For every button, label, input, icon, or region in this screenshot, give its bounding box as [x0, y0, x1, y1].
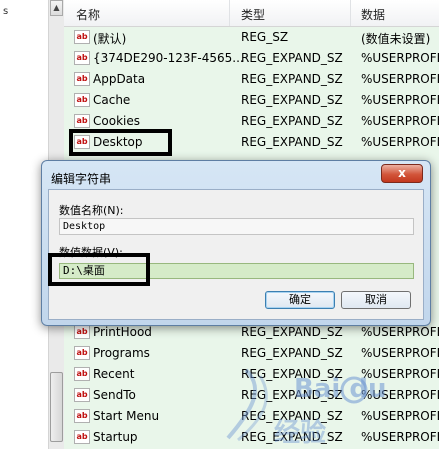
value-type: REG_EXPAND_SZ — [241, 135, 343, 149]
string-value-icon: ab — [74, 430, 90, 444]
string-value-icon: ab — [74, 325, 90, 339]
value-type: REG_EXPAND_SZ — [241, 93, 343, 107]
list-item[interactable]: ab {374DE290-123F-4565... REG_EXPAND_SZ … — [64, 48, 439, 69]
tree-expander-icon[interactable]: s — [3, 6, 8, 17]
value-name: PrintHood — [93, 325, 152, 339]
edit-string-dialog: 编辑字符串 x 数值名称(N): Desktop 数值数据(V): D:\桌面 … — [41, 160, 431, 326]
string-value-icon: ab — [74, 388, 90, 402]
cancel-button[interactable]: 取消 — [341, 291, 411, 309]
value-type: REG_EXPAND_SZ — [241, 367, 343, 381]
dialog-title: 编辑字符串 — [51, 172, 112, 186]
dialog-body: 数值名称(N): Desktop 数值数据(V): D:\桌面 确定 取消 — [48, 189, 424, 320]
value-data-input[interactable]: D:\桌面 — [59, 263, 414, 279]
list-item[interactable]: ab AppData REG_EXPAND_SZ %USERPROFI — [64, 69, 439, 90]
value-name: Startup — [93, 430, 138, 444]
value-type: REG_EXPAND_SZ — [241, 325, 343, 339]
scroll-up-arrow-icon[interactable]: ▲ — [50, 0, 63, 16]
string-value-icon: ab — [74, 135, 90, 149]
string-value-icon: ab — [74, 409, 90, 423]
value-type: REG_EXPAND_SZ — [241, 51, 343, 65]
value-type: REG_EXPAND_SZ — [241, 346, 343, 360]
list-item[interactable]: ab Start Menu REG_EXPAND_SZ %USERPROFI — [64, 406, 439, 427]
value-name: AppData — [93, 72, 146, 86]
value-name: SendTo — [93, 388, 136, 402]
value-name: Programs — [93, 346, 150, 360]
value-name-field: Desktop — [59, 218, 414, 235]
list-item[interactable]: ab (默认) REG_SZ (数值未设置) — [64, 27, 439, 48]
value-type: REG_EXPAND_SZ — [241, 388, 343, 402]
value-name: Start Menu — [93, 409, 160, 423]
scrollbar-thumb[interactable] — [50, 372, 63, 442]
list-item[interactable]: ab Cookies REG_EXPAND_SZ %USERPROFI — [64, 111, 439, 132]
value-data: %USERPROFI — [361, 430, 439, 444]
value-data: %USERPROFI — [361, 367, 439, 381]
string-value-icon: ab — [74, 114, 90, 128]
string-value-icon: ab — [74, 30, 90, 44]
value-data: %USERPROFI — [361, 135, 439, 149]
value-name: Cookies — [93, 114, 140, 128]
value-data: %USERPROFI — [361, 51, 439, 65]
value-data: %USERPROFI — [361, 72, 439, 86]
value-name-label: 数值名称(N): — [59, 204, 124, 217]
value-type: REG_EXPAND_SZ — [241, 430, 343, 444]
value-type: REG_EXPAND_SZ — [241, 114, 343, 128]
value-name: Cache — [93, 93, 131, 107]
column-header-name[interactable]: 名称 — [64, 0, 230, 26]
list-item[interactable]: ab Recent REG_EXPAND_SZ %USERPROFI — [64, 364, 439, 385]
string-value-icon: ab — [74, 367, 90, 381]
value-name: Recent — [93, 367, 135, 381]
column-header-type[interactable]: 类型 — [230, 0, 351, 26]
string-value-icon: ab — [74, 72, 90, 86]
string-value-icon: ab — [74, 346, 90, 360]
list-item[interactable]: ab SendTo REG_EXPAND_SZ %USERPROFI — [64, 385, 439, 406]
ok-button[interactable]: 确定 — [265, 291, 335, 309]
value-name: Desktop — [93, 135, 143, 149]
list-item[interactable]: ab Startup REG_EXPAND_SZ %USERPROFI — [64, 427, 439, 448]
value-data: %USERPROFI — [361, 93, 439, 107]
value-type: REG_EXPAND_SZ — [241, 72, 343, 86]
list-item[interactable]: ab Cache REG_EXPAND_SZ %USERPROFI — [64, 90, 439, 111]
value-data-label: 数值数据(V): — [59, 246, 123, 259]
value-name: (默认) — [93, 32, 127, 46]
value-name: {374DE290-123F-4565... — [93, 51, 244, 65]
value-type: REG_EXPAND_SZ — [241, 409, 343, 423]
list-header: 名称 类型 数据 — [64, 0, 439, 27]
value-data: %USERPROFI — [361, 114, 439, 128]
string-value-icon: ab — [74, 51, 90, 65]
value-type: REG_SZ — [241, 30, 289, 44]
value-data: %USERPROFI — [361, 409, 439, 423]
value-data: (数值未设置) — [361, 32, 431, 46]
close-button[interactable]: x — [381, 164, 423, 183]
value-data: %USERPROFI — [361, 325, 439, 339]
column-header-data[interactable]: 数据 — [351, 0, 439, 26]
value-data: %USERPROFI — [361, 346, 439, 360]
list-item[interactable]: ab Programs REG_EXPAND_SZ %USERPROFI — [64, 343, 439, 364]
list-item-desktop[interactable]: ab Desktop REG_EXPAND_SZ %USERPROFI — [64, 132, 439, 153]
string-value-icon: ab — [74, 93, 90, 107]
value-data: %USERPROFI — [361, 388, 439, 402]
